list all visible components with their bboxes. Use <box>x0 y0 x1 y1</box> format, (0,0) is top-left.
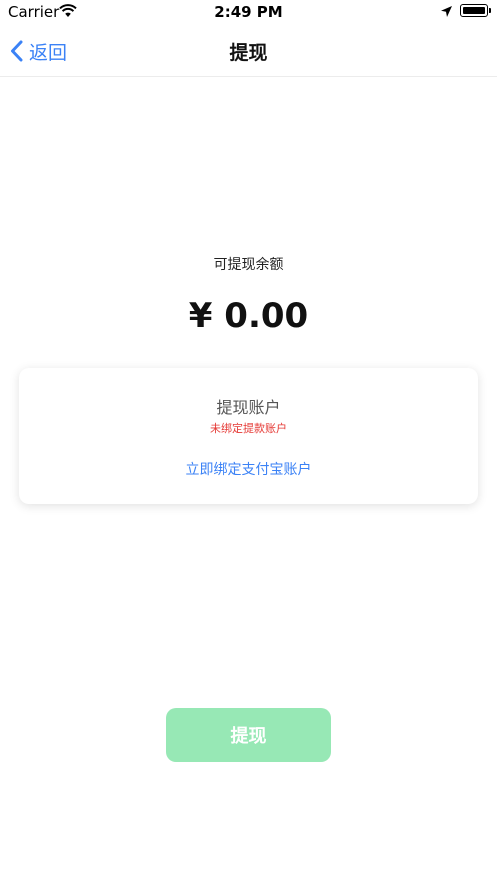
status-bar: Carrier 2:49 PM <box>0 0 497 26</box>
unbound-account-warning: 未绑定提款账户 <box>210 422 287 435</box>
navigation-bar: 返回 提现 <box>0 26 497 77</box>
account-card-title: 提现账户 <box>216 398 281 417</box>
withdraw-button[interactable]: 提现 <box>166 708 331 762</box>
page-title: 提现 <box>229 42 268 64</box>
bind-alipay-link[interactable]: 立即绑定支付宝账户 <box>19 459 478 479</box>
withdraw-account-card: 提现账户 未绑定提款账户 立即绑定支付宝账户 <box>19 368 478 504</box>
balance-amount: ¥ 0.00 <box>188 296 309 336</box>
status-time: 2:49 PM <box>214 3 283 21</box>
battery-icon <box>460 4 491 17</box>
location-arrow-icon <box>441 6 452 17</box>
balance-label: 可提现余额 <box>213 257 284 273</box>
